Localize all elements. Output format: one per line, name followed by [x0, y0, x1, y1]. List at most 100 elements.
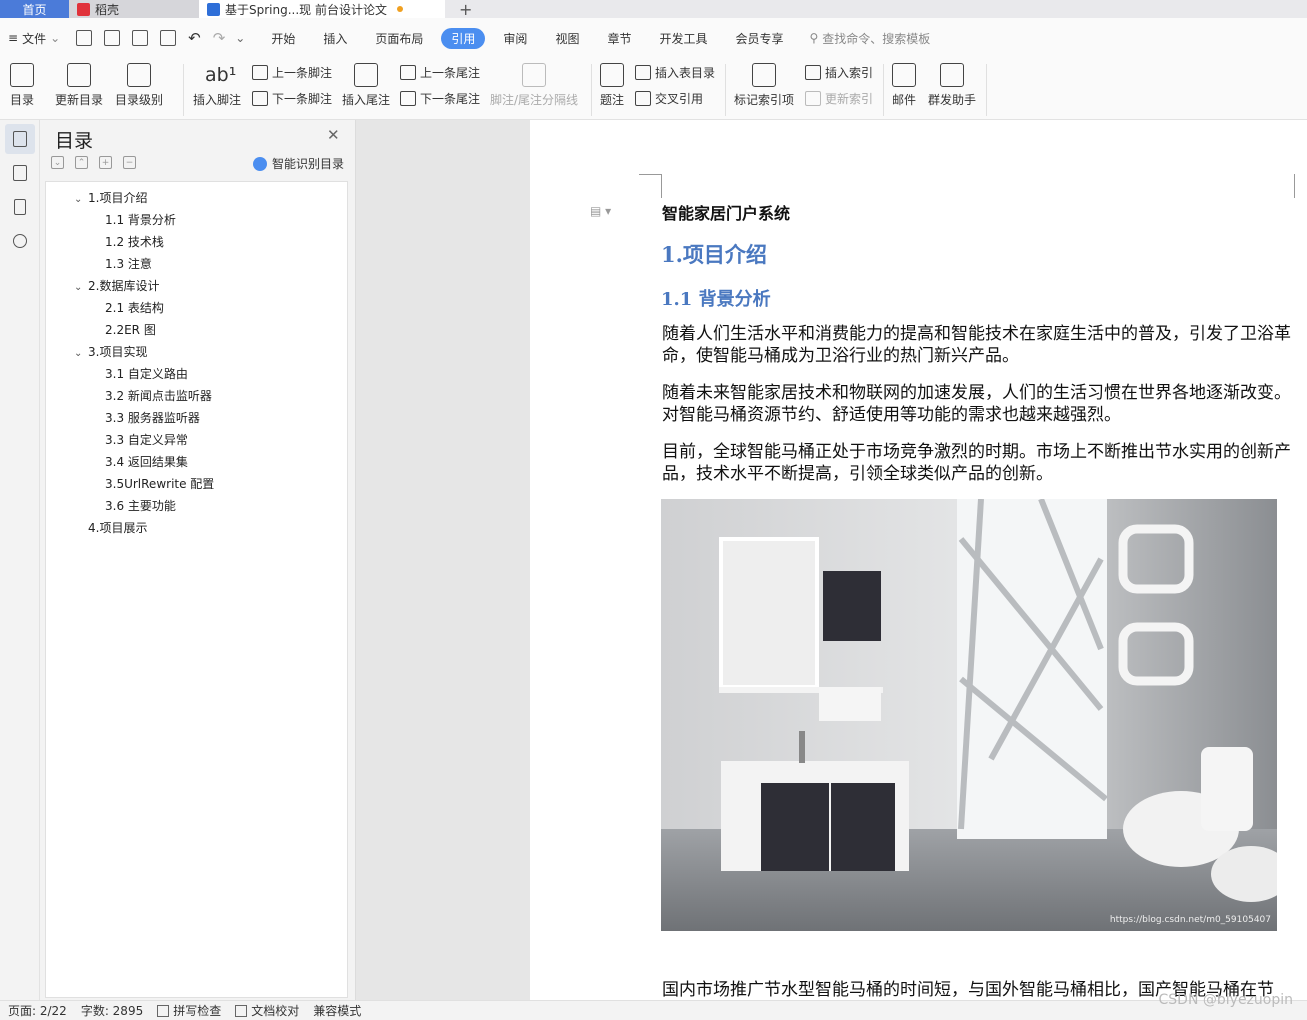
ribbon-tab[interactable]: 开始 [261, 28, 305, 49]
toc-item[interactable]: 1.2 技术栈 [105, 231, 164, 253]
word-doc-icon [207, 2, 220, 16]
ribbon-divider [883, 64, 884, 116]
bathroom-photo[interactable]: https://blog.csdn.net/m0_59105407 [661, 499, 1277, 931]
tab-home[interactable]: 首页 [0, 0, 69, 18]
unsaved-dot-icon [396, 6, 403, 12]
next-footnote-button[interactable]: 下一条脚注 [252, 90, 332, 107]
prev-footnote-label: 上一条脚注 [272, 66, 333, 80]
page-indicator[interactable]: 页面: 2/22 [8, 1002, 67, 1019]
chevron-down-icon[interactable]: ⌄ [74, 189, 88, 211]
smart-toc-icon [253, 156, 267, 171]
proofread-button[interactable]: 文档校对 [235, 1002, 299, 1019]
chevron-down-icon[interactable]: ⌄ [74, 277, 88, 299]
print-preview-icon[interactable] [160, 30, 177, 46]
document-page[interactable]: ▤ ▾ 智能家居门户系统 1.项目介绍 1.1 背景分析 随着人们生活水平和消费… [530, 120, 1307, 1000]
toc-level-button[interactable]: 目录级别 [115, 63, 163, 108]
expand-all-icon[interactable]: ⌄ [51, 156, 64, 169]
doc-paragraph: 随着人们生活水平和消费能力的提高和智能技术在家庭生活中的普及，引发了卫浴革命，使… [662, 324, 1291, 366]
mass-send-button[interactable]: 群发助手 [928, 63, 976, 108]
spell-check-toggle[interactable]: 拼写检查 [157, 1002, 221, 1019]
toc-item-label: 1.2 技术栈 [105, 235, 164, 249]
close-icon[interactable]: ✕ [327, 126, 340, 144]
ribbon-divider [183, 64, 184, 116]
toc-item[interactable]: 3.5UrlRewrite 配置 [105, 473, 214, 495]
navigation-panel-toggle[interactable] [5, 158, 35, 188]
ribbon-tab[interactable]: 章节 [597, 28, 641, 49]
separator-button[interactable]: 脚注/尾注分隔线 [490, 63, 578, 108]
toc-item[interactable]: 3.6 主要功能 [105, 495, 176, 517]
toc-item[interactable]: 3.4 返回结果集 [105, 451, 188, 473]
file-menu[interactable]: ≡ 文件 ⌄ [8, 30, 60, 47]
insert-table-toc-button[interactable]: 插入表目录 [635, 64, 715, 81]
toc-item[interactable]: 3.2 新闻点击监听器 [105, 385, 212, 407]
cross-ref-button[interactable]: 交叉引用 [635, 90, 703, 107]
toc-item[interactable]: 4.项目展示 [74, 517, 147, 539]
word-count[interactable]: 字数: 2895 [81, 1002, 143, 1019]
remove-level-icon[interactable]: − [123, 156, 136, 169]
toc-item[interactable]: 3.3 自定义异常 [105, 429, 188, 451]
next-endnote-button[interactable]: 下一条尾注 [400, 90, 480, 107]
toc-item[interactable]: 1.1 背景分析 [105, 209, 176, 231]
insert-footnote-button[interactable]: ab¹ 插入脚注 [193, 63, 241, 108]
tab-daoke-label: 稻壳 [95, 2, 120, 17]
smart-toc-button[interactable]: 智能识别目录 [253, 155, 344, 172]
ribbon-tab[interactable]: 视图 [545, 28, 589, 49]
ribbon-divider [591, 64, 592, 116]
tab-document[interactable]: 基于Spring...现 前台设计论文 [199, 0, 445, 18]
endnote-icon [354, 63, 378, 87]
search-icon [13, 234, 27, 248]
doc-paragraph: 随着未来智能家居技术和物联网的加速发展，人们的生活习惯在世界各地逐渐改变。对智能… [662, 383, 1291, 425]
status-bar: 页面: 2/22 字数: 2895 拼写检查 文档校对 兼容模式 [0, 1000, 1307, 1020]
doc-heading-1: 1.项目介绍 [661, 242, 767, 267]
paragraph-handle-icon[interactable]: ▤ ▾ [590, 204, 611, 218]
ribbon-tab[interactable]: 页面布局 [365, 28, 433, 49]
mail-label: 邮件 [892, 93, 917, 107]
add-level-icon[interactable]: + [99, 156, 112, 169]
update-toc-button[interactable]: 更新目录 [55, 63, 103, 108]
redo-icon[interactable]: ↷ [213, 29, 226, 47]
undo-icon[interactable]: ↶ [188, 29, 201, 47]
toc-item[interactable]: ⌄ 2.数据库设计 [74, 275, 159, 297]
crop-mark [1294, 174, 1295, 198]
footnote-icon: ab¹ [205, 64, 237, 86]
toc-panel-toggle[interactable] [5, 124, 35, 154]
tab-daoke[interactable]: 稻壳 [69, 0, 199, 18]
update-index-button[interactable]: 更新索引 [805, 90, 873, 107]
find-panel-toggle[interactable] [5, 226, 35, 256]
insert-index-button[interactable]: 插入索引 [805, 64, 873, 81]
quick-access-dropdown-icon[interactable]: ⌄ [235, 31, 245, 45]
mail-button[interactable]: 邮件 [892, 63, 916, 108]
print-icon[interactable] [132, 30, 149, 46]
bookmark-panel-toggle[interactable] [5, 192, 35, 222]
prev-footnote-button[interactable]: 上一条脚注 [252, 64, 332, 81]
prev-endnote-button[interactable]: 上一条尾注 [400, 64, 480, 81]
new-tab-button[interactable]: + [445, 0, 486, 19]
collapse-all-icon[interactable]: ⌃ [75, 156, 88, 169]
toc-item-label: 1.1 背景分析 [105, 213, 176, 227]
document-outline-icon [13, 131, 27, 147]
caption-button[interactable]: 题注 [600, 63, 624, 108]
ribbon-tab[interactable]: 审阅 [493, 28, 537, 49]
ribbon-tab[interactable]: 插入 [313, 28, 357, 49]
toc-tree: ⌄ 1.项目介绍 1.1 背景分析 1.2 技术栈 1.3 注意 ⌄ 2.数据库设计 2.1 … [45, 181, 348, 998]
toc-button[interactable]: 目录 [10, 63, 34, 108]
toc-level-label: 目录级别 [115, 93, 164, 107]
toc-item-label: 4.项目展示 [88, 521, 148, 535]
ribbon-tab[interactable]: 开发工具 [649, 28, 717, 49]
toc-item[interactable]: 2.2ER 图 [105, 319, 156, 341]
mark-index-button[interactable]: 标记索引项 [734, 63, 794, 108]
insert-endnote-button[interactable]: 插入尾注 [342, 63, 390, 108]
ribbon-tab[interactable]: 会员专享 [725, 28, 793, 49]
export-pdf-icon[interactable] [104, 30, 121, 46]
toc-item[interactable]: 2.1 表结构 [105, 297, 164, 319]
toc-item[interactable]: 3.1 自定义路由 [105, 363, 188, 385]
command-search[interactable]: ⚲ 查找命令、搜索模板 [810, 30, 931, 47]
tab-bar: 首页 稻壳 基于Spring...现 前台设计论文 + [0, 0, 1307, 19]
toc-item[interactable]: 3.3 服务器监听器 [105, 407, 200, 429]
save-icon[interactable] [76, 30, 93, 46]
chevron-down-icon[interactable]: ⌄ [74, 343, 88, 365]
toc-item[interactable]: ⌄ 1.项目介绍 [74, 187, 147, 209]
toc-item[interactable]: ⌄ 3.项目实现 [74, 341, 147, 363]
ribbon-tab[interactable]: 引用 [441, 27, 486, 49]
toc-item[interactable]: 1.3 注意 [105, 253, 152, 275]
